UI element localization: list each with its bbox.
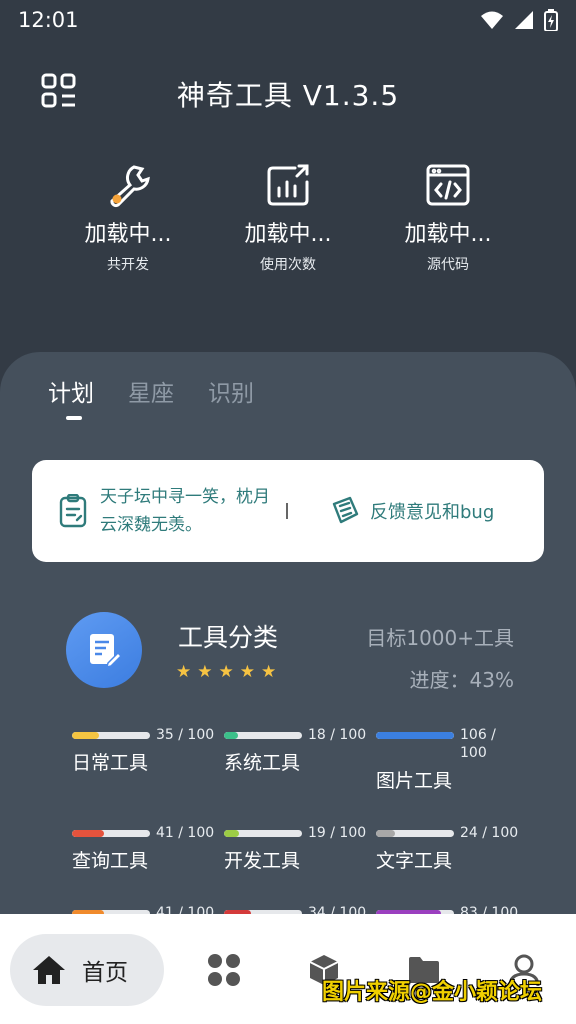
category-count: 35 / 100 <box>156 727 215 743</box>
app-title: 神奇工具 V1.3.5 <box>176 79 400 112</box>
star-icon: ★ <box>261 662 277 682</box>
watermark: 图片来源@金小颖论坛 <box>322 980 543 1005</box>
tab-bar: 计划 星座 识别 <box>48 374 254 408</box>
category-count: 41 / 100 <box>156 825 215 841</box>
feedback-label: 反馈意见和bug <box>370 502 495 523</box>
home-icon <box>33 956 65 984</box>
stat-label: 使用次数 <box>260 257 316 273</box>
status-time: 12:01 <box>18 8 79 32</box>
stat-value: 加载中... <box>84 222 172 247</box>
rating-stars: ★ ★ ★ ★ ★ <box>176 664 276 681</box>
stat-label: 共开发 <box>107 257 149 273</box>
quote-text: 天子坛中寻一笑，枕月云深魏无羡。 <box>100 487 270 535</box>
stat-value: 加载中... <box>404 222 492 247</box>
nav-apps[interactable] <box>204 950 244 990</box>
status-bar: 12:01 <box>0 0 576 40</box>
goal-text: 目标1000+工具 <box>366 626 514 650</box>
category-count: 19 / 100 <box>308 825 367 841</box>
category-name: 查询工具 <box>72 850 149 872</box>
stat-label: 源代码 <box>427 257 469 273</box>
progress-fill <box>224 830 239 837</box>
status-icons <box>480 9 558 31</box>
progress-fill <box>376 830 395 837</box>
tab-indicator <box>66 416 82 420</box>
chart-icon <box>267 164 309 206</box>
document-edit-icon <box>90 634 122 669</box>
stat-usage[interactable]: 加载中... 使用次数 <box>208 160 368 274</box>
category-name: 日常工具 <box>72 752 149 774</box>
battery-icon <box>544 9 558 31</box>
category-name: 图片工具 <box>376 770 453 792</box>
category-header: 工具分类 ★ ★ ★ ★ ★ 目标1000+工具 进度：43% <box>66 612 526 692</box>
stat-developed[interactable]: 加载中... 共开发 <box>48 160 208 274</box>
bottom-nav: 首页 <box>0 914 576 1024</box>
tab-recognize[interactable]: 识别 <box>208 374 254 408</box>
progress-fill <box>376 732 454 739</box>
feedback-scroll-icon <box>332 496 359 524</box>
category-icon <box>66 612 142 688</box>
stats-row: 加载中... 共开发 加载中... 使用次数 加载中... 源代码 <box>48 160 528 274</box>
star-icon: ★ <box>218 662 234 682</box>
wifi-icon <box>481 11 503 29</box>
tab-plan[interactable]: 计划 <box>48 374 94 408</box>
quote-card: 天子坛中寻一笑，枕月云深魏无羡。 反馈意见和bug <box>32 460 544 562</box>
star-icon: ★ <box>176 662 192 682</box>
progress-fill <box>224 732 239 739</box>
code-window-icon <box>426 164 470 206</box>
star-icon: ★ <box>239 662 255 682</box>
category-count: 18 / 100 <box>308 727 367 743</box>
category-count: 106 / 100 <box>460 727 496 761</box>
nav-home[interactable]: 首页 <box>10 934 164 1006</box>
nav-home-label: 首页 <box>82 960 128 986</box>
tab-constellation[interactable]: 星座 <box>128 374 174 408</box>
stat-value: 加载中... <box>244 222 332 247</box>
category-name: 开发工具 <box>224 850 301 872</box>
stat-source-code[interactable]: 加载中... 源代码 <box>368 160 528 274</box>
category-count: 24 / 100 <box>460 825 519 841</box>
signal-icon <box>515 11 533 29</box>
category-name: 系统工具 <box>224 752 301 774</box>
top-bar: 神奇工具 V1.3.5 <box>0 60 576 124</box>
wrench-icon <box>110 165 150 208</box>
apps-icon <box>208 954 240 986</box>
note-icon <box>59 494 87 528</box>
progress-fill <box>72 732 100 739</box>
feedback-button[interactable]: 反馈意见和bug <box>330 496 494 526</box>
category-title: 工具分类 <box>178 623 279 652</box>
star-icon: ★ <box>197 662 213 682</box>
card-divider <box>286 503 288 519</box>
progress-fill <box>72 830 104 837</box>
category-name: 文字工具 <box>376 850 453 872</box>
progress-text: 进度：43% <box>409 668 514 692</box>
